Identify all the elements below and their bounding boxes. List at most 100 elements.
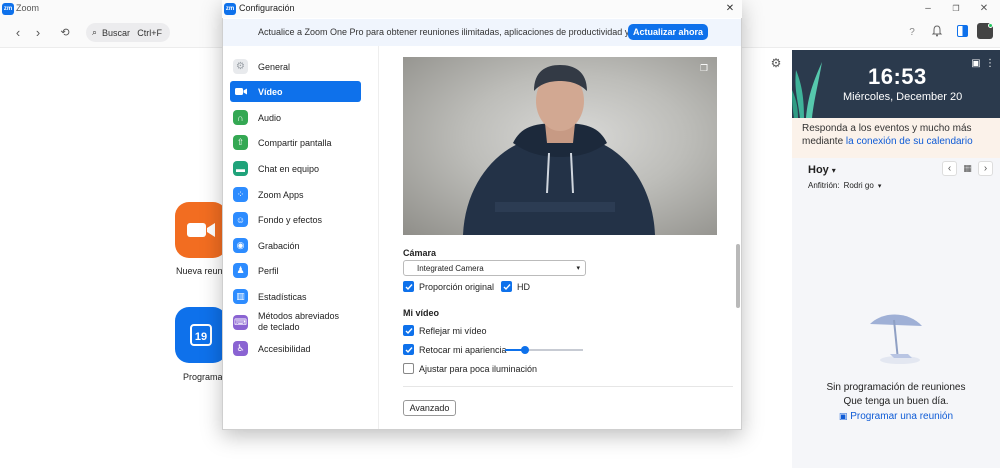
check-icon [403, 325, 414, 336]
sidebar-item-audio[interactable]: ∩ Audio [230, 107, 361, 128]
connect-calendar-link[interactable]: la conexión de su calendario [846, 136, 973, 147]
check-icon [403, 281, 414, 292]
plant-decoration-icon [792, 62, 822, 118]
sidebar-item-label: Chat en equipo [258, 163, 320, 174]
more-options-icon[interactable]: ⋮ [985, 57, 995, 69]
dialog-titlebar: zm Configuración ✕ [222, 0, 742, 18]
original-ratio-checkbox[interactable]: Proporción original [403, 281, 494, 292]
record-icon: ◉ [233, 238, 248, 253]
video-camera-icon [187, 223, 215, 237]
calendar-reminder: Responda a los eventos y mucho más media… [792, 118, 1000, 158]
sidebar-item-label: Métodos abreviados de teclado [258, 311, 340, 332]
minimize-icon[interactable]: – [922, 2, 934, 14]
notification-bell-icon[interactable] [930, 24, 944, 38]
low-light-checkbox[interactable]: Ajustar para poca iluminación [403, 363, 537, 374]
host-value: Rodri go [843, 181, 874, 190]
today-selector[interactable]: Hoy ▾ [808, 164, 836, 176]
sidebar-item-label: Vídeo [258, 86, 283, 97]
help-icon[interactable]: ? [906, 25, 918, 39]
dialog-title: Configuración [239, 3, 295, 13]
chevron-down-icon: ▾ [831, 165, 836, 175]
history-icon[interactable]: ⟲ [58, 25, 72, 39]
beach-umbrella-icon [870, 314, 922, 364]
calendar-picker-icon[interactable]: ▦ [960, 161, 975, 176]
search-input[interactable]: ⌕ Buscar Ctrl+F [86, 23, 170, 42]
banner-text: Actualice a Zoom One Pro para obtener re… [258, 27, 652, 37]
panel-toggle-icon[interactable] [957, 25, 968, 37]
calendar-small-icon: ▣ [838, 411, 848, 421]
sidebar-item-profile[interactable]: ♟ Perfil [230, 260, 361, 281]
zoom-logo-icon: zm [224, 3, 236, 15]
sidebar-item-keyboard-shortcuts[interactable]: ⌨ Métodos abreviados de teclado [230, 310, 361, 334]
sidebar-item-label: Audio [258, 112, 282, 123]
new-meeting-button[interactable] [175, 202, 227, 258]
schedule-meeting-link[interactable]: ▣ Programar una reunión [792, 411, 1000, 422]
app-title: Zoom [16, 3, 40, 13]
hd-label: HD [517, 281, 530, 292]
unchecked-box-icon [403, 363, 414, 374]
sidebar-item-label: Compartir pantalla [258, 137, 332, 148]
keyboard-icon: ⌨ [233, 314, 248, 330]
popout-icon[interactable]: ❐ [697, 61, 711, 75]
sidebar-item-label: Fondo y efectos [258, 214, 323, 225]
search-label: Buscar [102, 27, 131, 38]
host-label: Anfitrión: [808, 181, 840, 190]
touch-up-checkbox[interactable]: Retocar mi apariencia [403, 344, 507, 355]
content-divider [403, 386, 733, 387]
empty-line-1: Sin programación de reuniones [826, 382, 966, 393]
mirror-video-checkbox[interactable]: Reflejar mi vídeo [403, 325, 487, 336]
sidebar-item-general[interactable]: ⚙ General [230, 56, 361, 77]
clock-date: Miércoles, December 20 [843, 91, 963, 103]
back-arrow-icon[interactable]: ‹ [12, 25, 24, 40]
maximize-icon[interactable]: ❐ [950, 2, 962, 14]
sidebar-item-recording[interactable]: ◉ Grabación [230, 235, 361, 256]
headphones-icon: ∩ [233, 110, 248, 125]
sidebar-item-statistics[interactable]: ▥ Estadísticas [230, 286, 361, 307]
touch-up-slider[interactable] [505, 346, 583, 354]
avatar[interactable] [977, 23, 993, 39]
scrollbar[interactable] [736, 244, 740, 308]
upgrade-button[interactable]: Actualizar ahora [628, 24, 708, 40]
settings-gear-icon[interactable]: ⚙ [769, 56, 783, 70]
video-icon [233, 84, 248, 99]
host-filter[interactable]: Anfitrión: Rodri go ▾ [808, 181, 881, 190]
sidebar-item-share-screen[interactable]: ⇧ Compartir pantalla [230, 132, 361, 153]
schedule-label: Programa [183, 372, 223, 382]
schedule-meeting-link-label: Programar una reunión [850, 411, 954, 422]
sidebar-item-label: Estadísticas [258, 291, 307, 302]
accessibility-icon: ♿ [233, 341, 248, 356]
calendar-options-icon[interactable]: ▣ [970, 57, 982, 69]
my-video-section-title: Mi vídeo [403, 308, 440, 318]
slider-thumb[interactable] [520, 346, 529, 354]
camera-select-value: Integrated Camera [417, 263, 484, 273]
sidebar-item-video[interactable]: Vídeo [230, 81, 361, 102]
sidebar-item-background[interactable]: ☺ Fondo y efectos [230, 209, 361, 230]
sidebar-item-zoom-apps[interactable]: ⁘ Zoom Apps [230, 184, 361, 205]
close-icon[interactable]: ✕ [978, 2, 990, 14]
next-day-icon[interactable]: › [978, 161, 993, 176]
sidebar-item-team-chat[interactable]: ▬ Chat en equipo [230, 158, 361, 179]
profile-icon: ♟ [233, 263, 248, 278]
original-ratio-label: Proporción original [419, 281, 495, 292]
dialog-close-icon[interactable]: ✕ [724, 2, 736, 14]
chevron-down-icon: ▾ [576, 265, 580, 272]
zoom-logo-icon: zm [2, 3, 14, 15]
gear-icon: ⚙ [233, 59, 248, 74]
low-light-label: Ajustar para poca iluminación [419, 363, 538, 374]
advanced-button[interactable]: Avanzado [403, 400, 456, 416]
sidebar-item-accessibility[interactable]: ♿ Accesibilidad [230, 338, 361, 359]
empty-line-2: Que tenga un buen día. [843, 396, 949, 407]
check-icon [501, 281, 512, 292]
hd-checkbox[interactable]: HD [501, 281, 530, 292]
prev-day-icon[interactable]: ‹ [942, 161, 957, 176]
share-screen-icon: ⇧ [233, 135, 248, 150]
touch-up-label: Retocar mi apariencia [419, 344, 507, 355]
schedule-button[interactable]: 19 [175, 307, 227, 363]
forward-arrow-icon[interactable]: › [32, 25, 44, 40]
sidebar-item-label: General [258, 61, 291, 72]
person-silhouette [463, 65, 655, 235]
camera-select[interactable]: Integrated Camera ▾ [403, 260, 586, 276]
check-icon [403, 344, 414, 355]
stats-icon: ▥ [233, 289, 248, 304]
camera-preview: ❐ [403, 57, 717, 235]
